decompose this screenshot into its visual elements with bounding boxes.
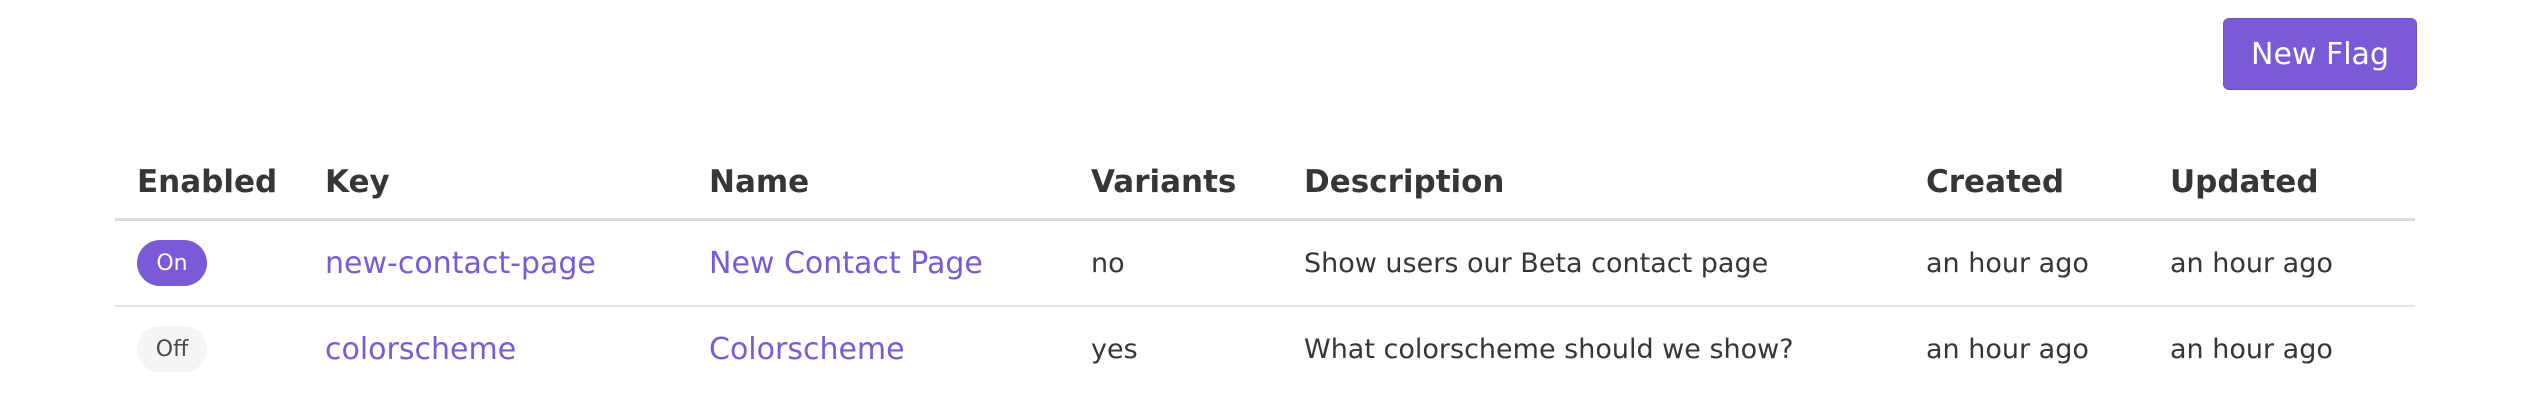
flag-name-link[interactable]: New Contact Page [709, 246, 983, 281]
cell-description: Show users our Beta contact page [1282, 219, 1904, 307]
flags-table: Enabled Key Name Variants Description Cr… [115, 146, 2415, 391]
cell-variants: yes [1091, 333, 1138, 365]
cell-created: an hour ago [1926, 333, 2089, 365]
cell-name: Colorscheme [687, 306, 1069, 391]
table-header: Enabled Key Name Variants Description Cr… [115, 146, 2415, 221]
cell-created: an hour ago [1904, 219, 2148, 307]
flag-key-link[interactable]: colorscheme [325, 332, 516, 367]
cell-updated: an hour ago [2148, 219, 2415, 307]
flag-key-link[interactable]: new-contact-page [325, 246, 596, 281]
column-header-enabled[interactable]: Enabled [115, 146, 303, 221]
cell-key: colorscheme [303, 306, 687, 391]
table-body: On new-contact-page New Contact Page no … [115, 219, 2415, 392]
cell-key: new-contact-page [303, 219, 687, 307]
cell-enabled: On [115, 219, 303, 307]
cell-enabled: Off [115, 306, 303, 391]
enabled-toggle-off[interactable]: Off [137, 326, 207, 372]
column-header-key[interactable]: Key [303, 146, 687, 221]
column-header-description[interactable]: Description [1282, 146, 1904, 221]
column-header-updated[interactable]: Updated [2148, 146, 2415, 221]
toolbar: New Flag [2223, 18, 2417, 90]
column-header-name[interactable]: Name [687, 146, 1069, 221]
enabled-toggle-on[interactable]: On [137, 240, 207, 286]
cell-variants: no [1069, 219, 1282, 307]
cell-description: What colorscheme should we show? [1304, 333, 1794, 365]
cell-name: New Contact Page [687, 219, 1069, 307]
table-row: On new-contact-page New Contact Page no … [115, 219, 2415, 307]
column-header-created[interactable]: Created [1904, 146, 2148, 221]
flag-name-link[interactable]: Colorscheme [709, 332, 905, 367]
new-flag-button[interactable]: New Flag [2223, 18, 2417, 90]
header-row: Enabled Key Name Variants Description Cr… [115, 146, 2415, 221]
column-header-variants[interactable]: Variants [1069, 146, 1282, 221]
cell-updated: an hour ago [2170, 333, 2333, 365]
table-row: Off colorscheme Colorscheme yes What col… [115, 306, 2415, 391]
